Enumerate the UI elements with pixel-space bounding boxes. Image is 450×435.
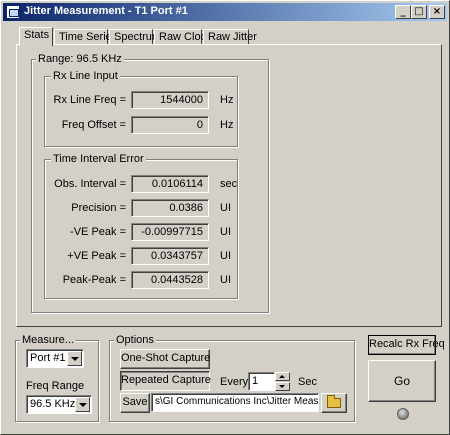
spinner-up-icon[interactable]	[275, 372, 290, 381]
go-button[interactable]: Go	[368, 360, 436, 402]
range-label: Range: 96.5 KHz	[36, 53, 124, 65]
one-shot-capture-button[interactable]: One-Shot Capture	[120, 349, 210, 369]
measure-title: Measure...	[20, 334, 76, 346]
freq-offset-value: 0	[131, 116, 209, 134]
minimize-button[interactable]: _	[395, 5, 411, 19]
rx-line-input-group: Rx Line Input Rx Line Freq = 1544000 Hz …	[44, 70, 238, 147]
stats-panel: Range: 96.5 KHz Rx Line Input Rx Line Fr…	[16, 44, 442, 327]
rx-line-freq-value: 1544000	[131, 91, 209, 109]
every-label: Every	[220, 376, 249, 388]
tab-stats[interactable]: Stats	[19, 27, 53, 46]
tab-raw-jitter[interactable]: Raw Jitter	[203, 29, 257, 45]
save-path-field[interactable]: s\GI Communications Inc\Jitter Measureme…	[151, 393, 319, 412]
recalc-rx-freq-button[interactable]: Recalc Rx Freq	[368, 335, 445, 355]
app-icon[interactable]	[6, 5, 20, 19]
status-led-indicator	[397, 408, 409, 420]
browse-folder-button[interactable]	[321, 393, 347, 413]
obs-interval-value: 0.0106114	[131, 175, 209, 193]
repeated-capture-button[interactable]: Repeated Capture	[120, 371, 211, 391]
rx-line-freq-unit: Hz	[220, 94, 234, 106]
obs-interval-label: Obs. Interval =	[54, 178, 126, 190]
peak-peak-value: 0.0443528	[131, 271, 209, 289]
rx-line-input-title: Rx Line Input	[51, 70, 120, 82]
negative-peak-label: -VE Peak =	[70, 226, 126, 238]
save-button[interactable]: Save	[120, 393, 150, 413]
maximize-button[interactable]: □	[411, 5, 427, 19]
obs-interval-unit: sec	[220, 178, 238, 190]
chevron-down-icon[interactable]	[67, 351, 82, 366]
freq-offset-label: Freq Offset =	[61, 119, 126, 131]
time-interval-error-title: Time Interval Error	[51, 153, 146, 165]
tab-spectrum[interactable]: Spectrum	[109, 29, 161, 45]
every-spinner[interactable]	[275, 372, 290, 391]
peak-peak-label: Peak-Peak =	[62, 274, 126, 286]
port-select[interactable]: Port #1	[26, 349, 84, 368]
negative-peak-unit: UI	[220, 226, 231, 238]
folder-open-icon	[327, 395, 341, 408]
title-bar[interactable]: Jitter Measurement - T1 Port #1 _ □ ×	[3, 3, 447, 21]
freq-range-select[interactable]: 96.5 KHz	[26, 395, 92, 414]
freq-offset-unit: Hz	[220, 119, 234, 131]
peak-peak-unit: UI	[220, 274, 231, 286]
every-input[interactable]: 1	[248, 372, 275, 391]
measure-group: Measure... Port #1 Freq Range 96.5 KHz	[15, 334, 99, 422]
negative-peak-value: -0.00997715	[131, 223, 209, 241]
precision-value: 0.0386	[131, 199, 209, 217]
every-unit: Sec	[298, 376, 317, 388]
options-title: Options	[114, 334, 156, 346]
precision-unit: UI	[220, 202, 231, 214]
time-interval-error-group: Time Interval Error Obs. Interval = 0.01…	[44, 153, 238, 299]
freq-range-label: Freq Range	[26, 380, 85, 392]
window-title: Jitter Measurement - T1 Port #1	[24, 5, 188, 17]
range-group: Range: 96.5 KHz Rx Line Input Rx Line Fr…	[31, 53, 269, 313]
tab-time-series[interactable]: Time Series	[54, 29, 117, 45]
spinner-down-icon[interactable]	[275, 382, 290, 391]
positive-peak-value: 0.0343757	[131, 247, 209, 265]
positive-peak-label: +VE Peak =	[67, 250, 126, 262]
close-button[interactable]: ×	[429, 5, 445, 19]
chevron-down-icon[interactable]	[75, 397, 90, 412]
tab-raw-clock[interactable]: Raw Clock	[154, 29, 212, 45]
jitter-measurement-window: Jitter Measurement - T1 Port #1 _ □ × St…	[0, 0, 450, 435]
positive-peak-unit: UI	[220, 250, 231, 262]
port-select-value: Port #1	[30, 352, 66, 364]
freq-range-select-value: 96.5 KHz	[30, 398, 76, 410]
options-group: Options One-Shot Capture Repeated Captur…	[109, 334, 355, 422]
rx-line-freq-label: Rx Line Freq =	[53, 94, 126, 106]
precision-label: Precision =	[71, 202, 126, 214]
